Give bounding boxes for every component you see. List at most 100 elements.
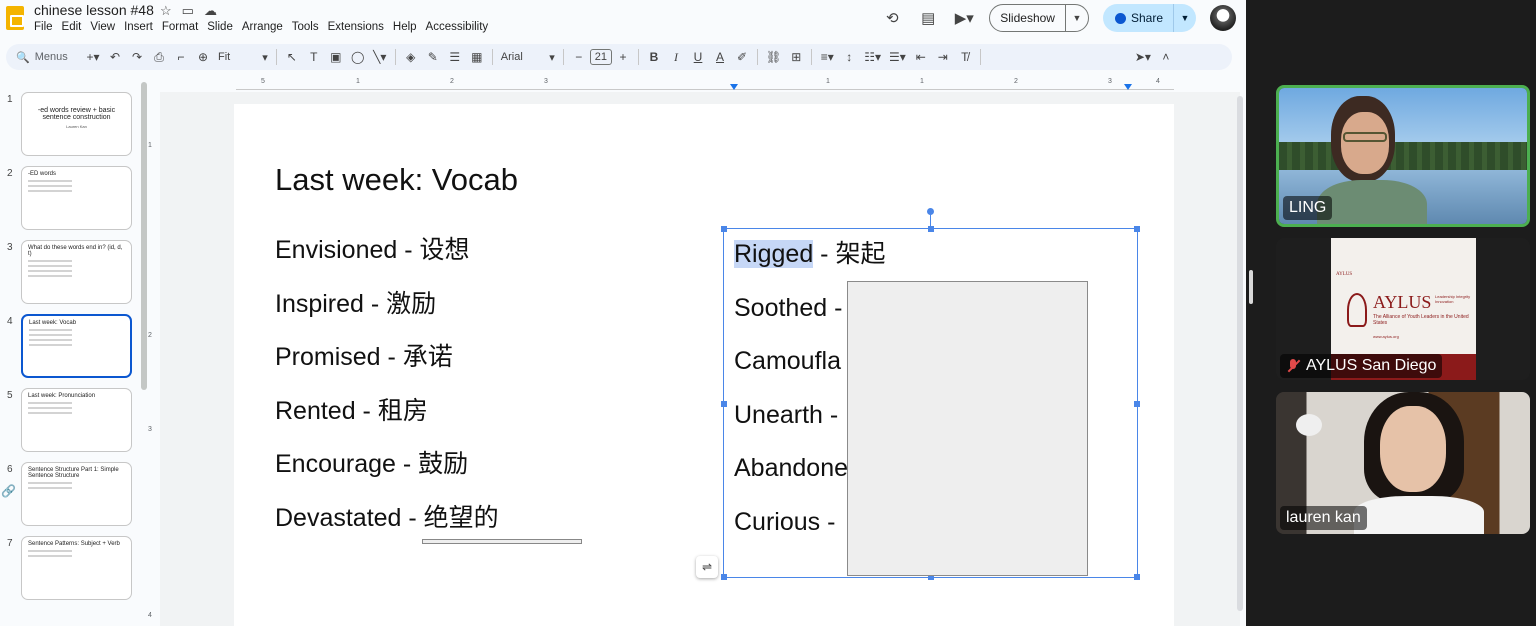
slide-thumbnail[interactable]: Sentence Structure Part 1: Simple Senten… bbox=[21, 462, 132, 526]
highlight-icon[interactable]: ✐ bbox=[735, 50, 749, 64]
redo-icon[interactable]: ↷ bbox=[130, 50, 144, 64]
resize-handle[interactable] bbox=[928, 226, 934, 232]
menus-search[interactable]: 🔍 Menus bbox=[12, 51, 82, 64]
slide-thumbnail[interactable]: What do these words end in? (id, d, t) bbox=[21, 240, 132, 304]
shape-icon[interactable]: ◯ bbox=[351, 50, 365, 64]
increase-font-size-icon[interactable]: + bbox=[616, 50, 630, 64]
pen-mode-icon[interactable]: ➤▾ bbox=[1135, 50, 1151, 64]
canvas-scrollbar[interactable] bbox=[1237, 96, 1243, 611]
participant-tile[interactable]: lauren kan bbox=[1276, 392, 1530, 534]
participant-tile[interactable]: LING bbox=[1276, 85, 1530, 227]
slide-title[interactable]: Last week: Vocab bbox=[275, 162, 518, 198]
share-label[interactable]: Share bbox=[1103, 4, 1174, 32]
menu-arrange[interactable]: Arrange bbox=[242, 21, 283, 33]
menu-help[interactable]: Help bbox=[393, 21, 417, 33]
text-selection[interactable]: Rigged bbox=[734, 240, 814, 268]
link-icon[interactable]: ⛓ bbox=[766, 50, 781, 64]
new-slide-icon[interactable]: +▾ bbox=[86, 50, 100, 64]
slide-thumbnail[interactable]: Sentence Patterns: Subject + Verb bbox=[21, 536, 132, 600]
text-box-icon[interactable]: T bbox=[307, 50, 321, 64]
move-folder-icon[interactable]: ▭ bbox=[182, 3, 194, 19]
resize-handle[interactable] bbox=[721, 574, 727, 580]
resize-handle[interactable] bbox=[1134, 574, 1140, 580]
menu-accessibility[interactable]: Accessibility bbox=[426, 21, 489, 33]
slide-thumbnail[interactable]: Last week: Pronunciation bbox=[21, 388, 132, 452]
slide-thumbnail[interactable]: -ED words bbox=[21, 166, 132, 230]
divider bbox=[394, 49, 396, 65]
print-icon[interactable]: ⎙ bbox=[152, 50, 166, 65]
image-icon[interactable]: ▣ bbox=[329, 50, 343, 64]
line-spacing-icon[interactable]: ↕ bbox=[842, 50, 856, 64]
menu-view[interactable]: View bbox=[90, 21, 115, 33]
resize-handle[interactable] bbox=[721, 401, 727, 407]
filmstrip-scrollbar[interactable] bbox=[141, 82, 147, 390]
menu-file[interactable]: File bbox=[34, 21, 53, 33]
italic-icon[interactable]: I bbox=[669, 50, 683, 65]
paint-format-icon[interactable]: ⌐ bbox=[174, 50, 188, 64]
bulleted-list-icon[interactable]: ☷▾ bbox=[864, 50, 881, 64]
slides-logo-icon[interactable] bbox=[6, 6, 24, 30]
vocab-list-left[interactable]: Envisioned - 设想 Inspired - 激励 Promised -… bbox=[275, 234, 499, 556]
menu-insert[interactable]: Insert bbox=[124, 21, 153, 33]
align-icon[interactable]: ≡▾ bbox=[820, 50, 834, 64]
document-title[interactable]: chinese lesson #48 bbox=[34, 2, 154, 18]
ruler-tick: 1 bbox=[148, 142, 152, 149]
meet-video-icon[interactable]: ▶▾ bbox=[953, 7, 975, 29]
participant-tile[interactable]: AYLUS AYLUS Leadership Integrity Innovat… bbox=[1276, 238, 1530, 380]
slide-number: 1 bbox=[7, 94, 13, 105]
vocab-item: Rented - 租房 bbox=[275, 396, 428, 425]
slide-thumbnail[interactable]: -ed words review + basic sentence constr… bbox=[21, 92, 132, 156]
cloud-status-icon[interactable]: ☁ bbox=[204, 3, 217, 19]
chevron-down-icon[interactable]: ▼ bbox=[1066, 5, 1088, 31]
hide-suggestion-icon[interactable]: ⇌ bbox=[696, 556, 718, 578]
covering-rectangle[interactable] bbox=[847, 281, 1088, 576]
menu-slide[interactable]: Slide bbox=[207, 21, 233, 33]
add-comment-icon[interactable]: ⊞ bbox=[789, 50, 803, 64]
thumb-line bbox=[29, 329, 72, 331]
line-icon[interactable]: ╲▾ bbox=[373, 50, 387, 64]
collapse-toolbar-icon[interactable]: ˄ bbox=[1159, 50, 1173, 64]
divider bbox=[979, 49, 981, 65]
select-cursor-icon[interactable]: ↖ bbox=[285, 50, 299, 64]
resize-handle[interactable] bbox=[1134, 401, 1140, 407]
border-dash-icon[interactable]: ▦ bbox=[470, 50, 484, 64]
menu-edit[interactable]: Edit bbox=[62, 21, 82, 33]
slideshow-button[interactable]: Slideshow ▼ bbox=[989, 4, 1089, 32]
share-button[interactable]: Share ▼ bbox=[1102, 4, 1196, 32]
chevron-down-icon[interactable]: ▼ bbox=[1174, 4, 1196, 32]
indent-icon[interactable]: ⇤ bbox=[914, 50, 928, 64]
decrease-font-size-icon[interactable]: − bbox=[572, 50, 586, 64]
share-text: Share bbox=[1130, 11, 1163, 25]
resize-handle[interactable] bbox=[1134, 226, 1140, 232]
clear-formatting-icon[interactable]: T̸ bbox=[958, 50, 972, 64]
fill-color-icon[interactable]: ◈ bbox=[404, 50, 418, 64]
font-select[interactable]: Arial ▾ bbox=[497, 51, 559, 64]
numbered-list-icon[interactable]: ☰▾ bbox=[889, 50, 906, 64]
panel-resize-handle[interactable] bbox=[1249, 270, 1253, 304]
star-icon[interactable]: ☆ bbox=[160, 3, 172, 19]
slideshow-label[interactable]: Slideshow bbox=[990, 5, 1066, 31]
thumb-line bbox=[28, 260, 72, 262]
glasses bbox=[1343, 132, 1387, 142]
avatar[interactable] bbox=[1210, 5, 1236, 31]
menu-format[interactable]: Format bbox=[162, 21, 198, 33]
menus-search-placeholder: Menus bbox=[34, 51, 68, 63]
comments-icon[interactable]: ▤ bbox=[917, 7, 939, 29]
current-slide[interactable]: Last week: Vocab Envisioned - 设想 Inspire… bbox=[234, 104, 1174, 626]
version-history-icon[interactable]: ⟲ bbox=[881, 7, 903, 29]
menu-extensions[interactable]: Extensions bbox=[328, 21, 384, 33]
border-weight-icon[interactable]: ☰ bbox=[448, 50, 462, 64]
undo-icon[interactable]: ↶ bbox=[108, 50, 122, 64]
text-color-icon[interactable]: A bbox=[713, 50, 727, 64]
border-color-icon[interactable]: ✎ bbox=[426, 50, 440, 64]
zoom-icon[interactable]: ⊕ bbox=[196, 50, 210, 64]
font-size-input[interactable]: 21 bbox=[589, 49, 613, 65]
resize-handle[interactable] bbox=[721, 226, 727, 232]
thumb-title: Sentence Patterns: Subject + Verb bbox=[28, 541, 120, 547]
zoom-select[interactable]: Fit ▾ bbox=[214, 51, 272, 64]
slide-thumbnail-active[interactable]: Last week: Vocab bbox=[21, 314, 132, 378]
underline-icon[interactable]: U bbox=[691, 50, 705, 64]
menu-tools[interactable]: Tools bbox=[292, 21, 319, 33]
bold-icon[interactable]: B bbox=[647, 50, 661, 64]
outdent-icon[interactable]: ⇥ bbox=[936, 50, 950, 64]
